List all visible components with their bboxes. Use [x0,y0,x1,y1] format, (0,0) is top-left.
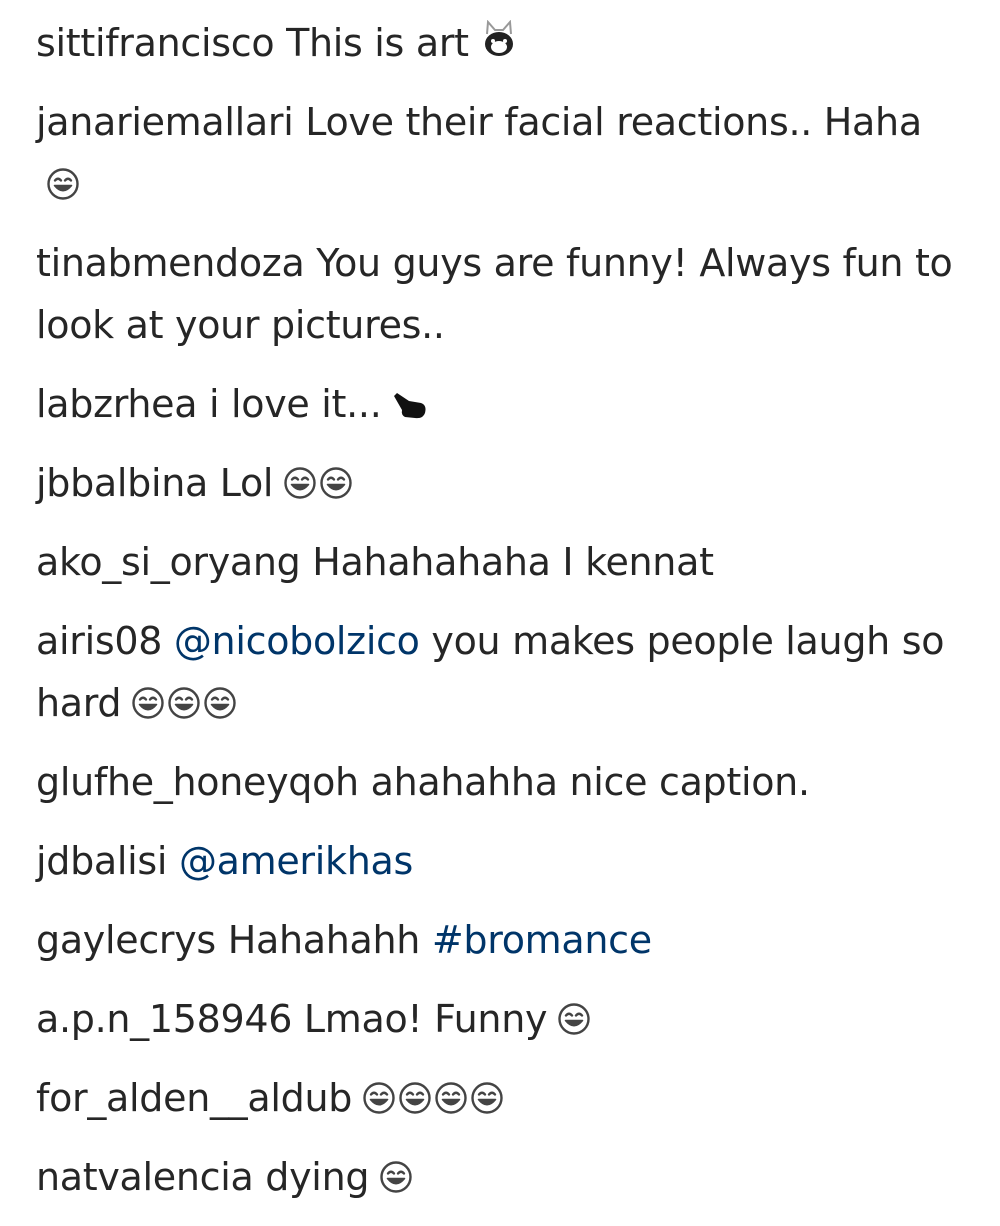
laughing-face-icon [470,1081,504,1115]
comment-username[interactable]: a.p.n_158946 [36,997,292,1041]
comment-text: dying [265,1155,370,1199]
comment-item: ako_si_oryang Hahahahaha I kennat [36,531,956,593]
comment-username[interactable]: for_alden__aldub [36,1076,352,1120]
comment-item: jbbalbina Lol [36,452,956,514]
comment-item: glufhe_honeyqoh ahahahha nice caption. [36,751,956,813]
comment-username[interactable]: airis08 [36,619,162,663]
laughing-face-icon [319,466,353,500]
comment-item: jdbalisi @amerikhas [36,830,956,892]
comment-item: natvalencia dying [36,1146,956,1208]
comment-text: Hahahahaha I kennat [312,540,714,584]
comment-list: sittifrancisco This is art janariemallar… [36,12,956,1225]
mention-link[interactable]: @nicobolzico [174,619,420,663]
comment-username[interactable]: natvalencia [36,1155,254,1199]
laughing-face-icon [557,1002,591,1036]
comment-text: Love their facial reactions.. Haha [305,100,922,144]
mention-link[interactable]: @amerikhas [179,839,413,883]
comment-item: sittifrancisco This is art [36,12,956,74]
comment-body: This is art [286,21,469,65]
comment-username[interactable]: tinabmendoza [36,241,305,285]
comment-text: ahahahha nice caption. [370,760,810,804]
comment-item: janariemallari Love their facial reactio… [36,91,956,215]
comment-item: labzrhea i love it... [36,373,956,435]
comment-username[interactable]: janariemallari [36,100,294,144]
comment-username[interactable]: gaylecrys [36,918,216,962]
comment-text: Lol [219,461,274,505]
comment-username[interactable]: labzrhea [36,382,198,426]
comment-body: Hahahahh #bromance [228,918,652,962]
pointing-hand-icon [391,387,431,421]
laughing-face-icon [203,686,237,720]
comment-item: for_alden__aldub [36,1067,956,1129]
comment-username[interactable]: jdbalisi [36,839,167,883]
comment-username[interactable]: sittifrancisco [36,21,275,65]
comment-body: Love their facial reactions.. Haha [305,100,922,144]
comment-item: airis08 @nicobolzico you makes people la… [36,610,956,734]
comment-item: tinabmendoza You guys are funny! Always … [36,232,956,356]
comment-body: Hahahahaha I kennat [312,540,714,584]
comment-text: This is art [286,21,469,65]
comment-text: Lmao! Funny [303,997,548,1041]
comment-body: Lmao! Funny [303,997,548,1041]
comment-body: @amerikhas [179,839,413,883]
comment-text: i love it... [209,382,382,426]
laughing-face-icon [362,1081,396,1115]
laughing-face-icon [398,1081,432,1115]
comment-body: Lol [219,461,274,505]
comment-text: Hahahahh [227,918,421,962]
laughing-face-icon [379,1160,413,1194]
comment-body: dying [265,1155,369,1199]
laughing-face-icon [46,167,80,201]
laughing-face-icon [131,686,165,720]
laughing-face-icon [167,686,201,720]
comment-username[interactable]: glufhe_honeyqoh [36,760,359,804]
comment-item: gaylecrys Hahahahh #bromance [36,909,956,971]
laughing-face-icon [283,466,317,500]
comment-username[interactable]: ako_si_oryang [36,540,301,584]
hashtag-link[interactable]: #bromance [432,918,652,962]
comment-body: ahahahha nice caption. [371,760,810,804]
comment-body: i love it... [209,382,382,426]
comment-item: a.p.n_158946 Lmao! Funny [36,988,956,1050]
laughing-face-icon [434,1081,468,1115]
comment-username[interactable]: jbbalbina [36,461,208,505]
crying-cat-icon [479,20,519,60]
